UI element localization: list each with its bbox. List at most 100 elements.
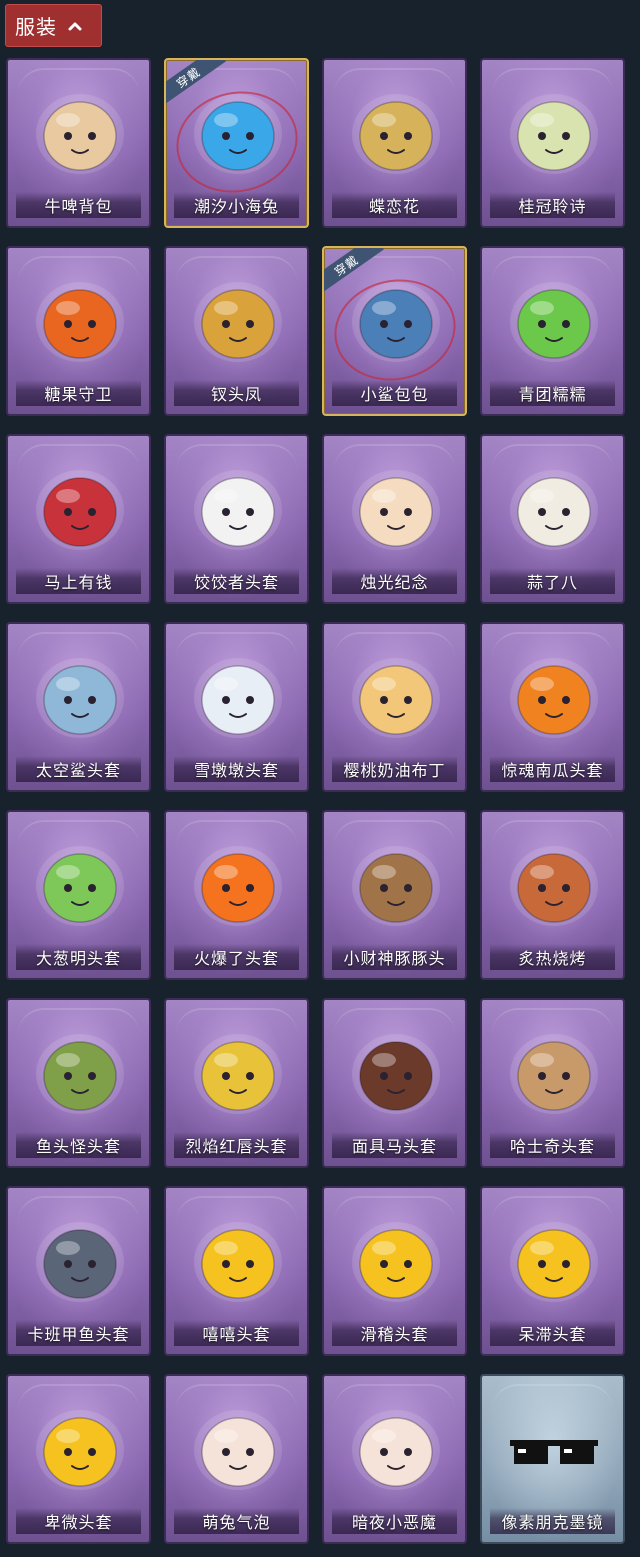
costume-name: 卑微头套 xyxy=(44,1513,113,1532)
costume-card[interactable]: 烛光纪念 xyxy=(322,434,467,604)
card-label-bar: 蒜了八 xyxy=(490,568,615,594)
blue-sea-bunny-icon xyxy=(194,94,282,174)
costume-card[interactable]: 惊魂南瓜头套 xyxy=(480,622,625,792)
card-label-bar: 呆滞头套 xyxy=(490,1320,615,1346)
costume-card[interactable]: 马上有钱 xyxy=(6,434,151,604)
card-label-bar: 小财神豚豚头 xyxy=(332,944,457,970)
costume-name: 鱼头怪头套 xyxy=(35,1137,121,1156)
costume-card[interactable]: 青团糯糯 xyxy=(480,246,625,416)
costume-name: 青团糯糯 xyxy=(518,385,587,404)
costume-name: 樱桃奶油布丁 xyxy=(343,761,446,780)
garlic-head-icon xyxy=(510,470,598,550)
category-title: 服装 xyxy=(15,15,57,39)
pudding-head-icon xyxy=(352,658,440,738)
costume-name: 炙热烧烤 xyxy=(518,949,587,968)
card-label-bar: 像素朋克墨镜 xyxy=(490,1508,615,1534)
costume-card[interactable]: 嘻嘻头套 xyxy=(164,1186,309,1356)
card-label-bar: 樱桃奶油布丁 xyxy=(332,756,457,782)
costume-name: 烈焰红唇头套 xyxy=(185,1137,288,1156)
costume-name: 萌兔气泡 xyxy=(202,1513,271,1532)
costume-card[interactable]: 蝶恋花 xyxy=(322,58,467,228)
costume-card[interactable]: 穿戴 潮汐小海兔 xyxy=(164,58,309,228)
card-label-bar: 烛光纪念 xyxy=(332,568,457,594)
laurel-doll-charm-icon xyxy=(510,94,598,174)
costume-card[interactable]: 面具马头套 xyxy=(322,998,467,1168)
costume-card[interactable]: 萌兔气泡 xyxy=(164,1374,309,1544)
costume-name: 钗头凤 xyxy=(210,385,262,404)
costume-name: 雪墩墩头套 xyxy=(193,761,279,780)
costume-card[interactable]: 糖果守卫 xyxy=(6,246,151,416)
candle-head-icon xyxy=(352,470,440,550)
costume-card[interactable]: 钗头凤 xyxy=(164,246,309,416)
costume-card[interactable]: 大葱明头套 xyxy=(6,810,151,980)
card-label-bar: 桂冠聆诗 xyxy=(490,192,615,218)
dumpling-head-icon xyxy=(194,470,282,550)
card-label-bar: 饺饺者头套 xyxy=(174,568,299,594)
costume-card[interactable]: 暗夜小恶魔 xyxy=(322,1374,467,1544)
costume-card[interactable]: 火爆了头套 xyxy=(164,810,309,980)
card-label-bar: 卡班甲鱼头套 xyxy=(16,1320,141,1346)
costume-name: 暗夜小恶魔 xyxy=(351,1513,437,1532)
costume-name: 惊魂南瓜头套 xyxy=(501,761,604,780)
green-rice-ball-icon xyxy=(510,282,598,362)
costume-card[interactable]: 炙热烧烤 xyxy=(480,810,625,980)
card-label-bar: 烈焰红唇头套 xyxy=(174,1132,299,1158)
costume-card[interactable]: 卑微头套 xyxy=(6,1374,151,1544)
costume-card[interactable]: 蒜了八 xyxy=(480,434,625,604)
costume-category-button[interactable]: 服装 xyxy=(5,4,102,47)
costume-name: 桂冠聆诗 xyxy=(518,197,587,216)
card-label-bar: 小鲨包包 xyxy=(332,380,457,406)
card-label-bar: 潮汐小海兔 xyxy=(174,192,299,218)
costume-card[interactable]: 太空鲨头套 xyxy=(6,622,151,792)
costume-name: 太空鲨头套 xyxy=(35,761,121,780)
costume-card[interactable]: 牛啤背包 xyxy=(6,58,151,228)
card-label-bar: 大葱明头套 xyxy=(16,944,141,970)
costume-name: 卡班甲鱼头套 xyxy=(27,1325,130,1344)
card-label-bar: 鱼头怪头套 xyxy=(16,1132,141,1158)
costume-card[interactable]: 滑稽头套 xyxy=(322,1186,467,1356)
costume-card[interactable]: 烈焰红唇头套 xyxy=(164,998,309,1168)
costume-name: 潮汐小海兔 xyxy=(193,197,279,216)
card-label-bar: 马上有钱 xyxy=(16,568,141,594)
horse-mask-head-icon xyxy=(352,1034,440,1114)
red-horse-head-icon xyxy=(36,470,124,550)
costume-card[interactable]: 卡班甲鱼头套 xyxy=(6,1186,151,1356)
pumpkin-head-icon xyxy=(510,658,598,738)
costume-card[interactable]: 饺饺者头套 xyxy=(164,434,309,604)
card-label-bar: 糖果守卫 xyxy=(16,380,141,406)
husky-head-icon xyxy=(510,1034,598,1114)
yellow-mouse-head-icon xyxy=(194,1034,282,1114)
card-label-bar: 钗头凤 xyxy=(174,380,299,406)
snowman-head-icon xyxy=(194,658,282,738)
card-label-bar: 面具马头套 xyxy=(332,1132,457,1158)
costume-card[interactable]: 穿戴 小鲨包包 xyxy=(322,246,467,416)
costume-card[interactable]: 呆滞头套 xyxy=(480,1186,625,1356)
card-label-bar: 卑微头套 xyxy=(16,1508,141,1534)
bunny-bubble-head-icon xyxy=(194,1410,282,1490)
card-label-bar: 惊魂南瓜头套 xyxy=(490,756,615,782)
card-label-bar: 萌兔气泡 xyxy=(174,1508,299,1534)
capybara-god-head-icon xyxy=(352,846,440,926)
costume-name: 面具马头套 xyxy=(351,1137,437,1156)
space-shark-head-icon xyxy=(36,658,124,738)
dazed-emoji-head-icon xyxy=(510,1222,598,1302)
card-label-bar: 太空鲨头套 xyxy=(16,756,141,782)
card-label-bar: 蝶恋花 xyxy=(332,192,457,218)
card-label-bar: 嘻嘻头套 xyxy=(174,1320,299,1346)
shark-bag-charm-icon xyxy=(352,282,440,362)
card-label-bar: 哈士奇头套 xyxy=(490,1132,615,1158)
costume-card[interactable]: 鱼头怪头套 xyxy=(6,998,151,1168)
costume-card[interactable]: 小财神豚豚头 xyxy=(322,810,467,980)
costume-card[interactable]: 樱桃奶油布丁 xyxy=(322,622,467,792)
pixel-sunglasses-icon xyxy=(510,1440,598,1464)
grin-emoji-head-icon xyxy=(194,1222,282,1302)
costume-name: 滑稽头套 xyxy=(360,1325,429,1344)
costume-name: 大葱明头套 xyxy=(35,949,121,968)
costume-card[interactable]: 像素朋克墨镜 xyxy=(480,1374,625,1544)
fireball-head-icon xyxy=(194,846,282,926)
costume-card[interactable]: 哈士奇头套 xyxy=(480,998,625,1168)
costume-card[interactable]: 桂冠聆诗 xyxy=(480,58,625,228)
costume-name: 蒜了八 xyxy=(526,573,578,592)
costume-card[interactable]: 雪墩墩头套 xyxy=(164,622,309,792)
costume-name: 烛光纪念 xyxy=(360,573,429,592)
